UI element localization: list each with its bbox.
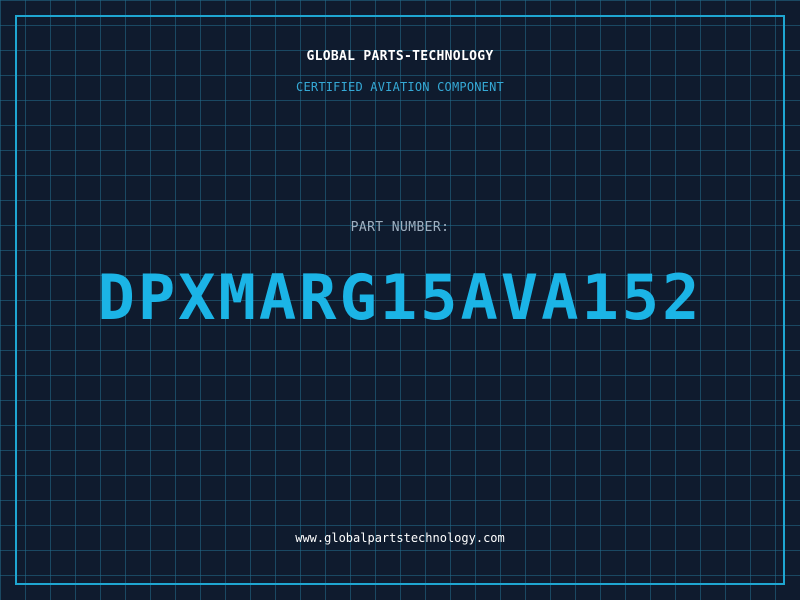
company-name: GLOBAL PARTS-TECHNOLOGY	[306, 49, 494, 64]
certification-subtitle: CERTIFIED AVIATION COMPONENT	[296, 80, 504, 94]
part-label-card: GLOBAL PARTS-TECHNOLOGY CERTIFIED AVIATI…	[0, 0, 800, 600]
website-url: www.globalpartstechnology.com	[295, 531, 505, 545]
part-number-label: PART NUMBER:	[350, 220, 450, 235]
part-number-value: DPXMARG15AVA152	[97, 261, 703, 334]
